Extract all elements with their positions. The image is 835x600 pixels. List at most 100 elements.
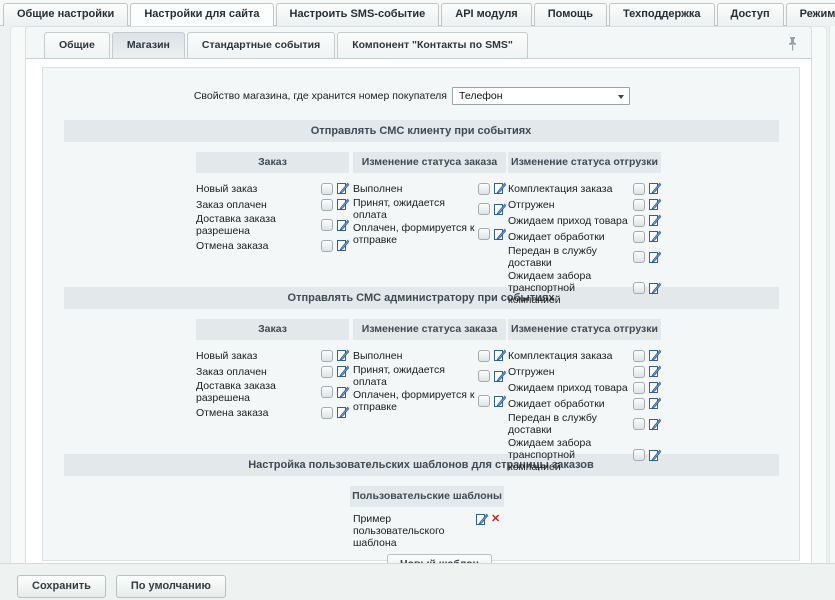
edit-template-icon[interactable]: [648, 449, 661, 462]
edit-template-icon[interactable]: [648, 397, 661, 410]
edit-template-icon[interactable]: [475, 513, 488, 526]
default-button[interactable]: По умолчанию: [116, 575, 226, 598]
top-tab-label: Помощь: [548, 8, 593, 20]
top-tab[interactable]: Помощь: [534, 3, 607, 26]
event-label: Оплачен, формируется к отправке: [353, 222, 478, 246]
event-row: Отгружен: [508, 364, 661, 379]
event-checkbox[interactable]: [633, 183, 645, 195]
sub-tab[interactable]: Магазин: [112, 32, 185, 58]
event-list: Выполнен Принят, ожидается оплата: [353, 348, 506, 413]
top-tab[interactable]: Режим отладки: [786, 3, 835, 26]
event-label: Доставка заказа разрешена: [196, 213, 321, 237]
edit-template-icon[interactable]: [493, 228, 506, 241]
event-row: Заказ оплачен: [196, 197, 349, 212]
column-order: Заказ Новый заказ Заказ оплачен: [196, 152, 349, 254]
new-template-button[interactable]: Новый шаблон: [387, 554, 492, 563]
event-checkbox[interactable]: [633, 449, 645, 461]
edit-template-icon[interactable]: [648, 381, 661, 394]
sub-tab[interactable]: Общие: [44, 32, 110, 58]
edit-template-icon[interactable]: [648, 418, 661, 431]
sub-tab-label: Стандартные события: [202, 39, 320, 51]
event-checkbox[interactable]: [633, 366, 645, 378]
edit-template-icon[interactable]: [493, 203, 506, 216]
top-tab-label: Общие настройки: [17, 8, 114, 20]
section-title-client-events: Отправлять СМС клиенту при событиях: [64, 120, 779, 142]
sub-tab[interactable]: Компонент "Контакты по SMS": [337, 32, 528, 58]
top-tab[interactable]: Общие настройки: [3, 3, 128, 26]
sub-tab[interactable]: Стандартные события: [187, 32, 335, 58]
event-checkbox[interactable]: [633, 398, 645, 410]
top-tab-label: Настроить SMS-событие: [290, 8, 426, 20]
event-checkbox[interactable]: [633, 251, 645, 263]
event-checkbox[interactable]: [321, 407, 333, 419]
edit-template-icon[interactable]: [493, 182, 506, 195]
user-template-label: Пример пользовательского шаблона: [353, 513, 475, 549]
event-checkbox[interactable]: [478, 228, 490, 240]
edit-template-icon[interactable]: [648, 198, 661, 211]
chevron-down-icon: [618, 95, 624, 99]
event-checkbox[interactable]: [478, 183, 490, 195]
event-row: Доставка заказа разрешена: [196, 213, 349, 237]
event-label: Новый заказ: [196, 183, 321, 195]
pin-icon[interactable]: [788, 36, 797, 51]
edit-template-icon[interactable]: [336, 349, 349, 362]
event-label: Ожидает обработки: [508, 398, 633, 410]
buyer-phone-select[interactable]: Телефон: [452, 87, 630, 105]
event-checkbox[interactable]: [478, 203, 490, 215]
edit-template-icon[interactable]: [648, 365, 661, 378]
event-checkbox[interactable]: [633, 382, 645, 394]
column-header: Заказ: [196, 152, 349, 173]
edit-template-icon[interactable]: [648, 182, 661, 195]
event-checkbox[interactable]: [633, 350, 645, 362]
event-checkbox[interactable]: [478, 350, 490, 362]
edit-template-icon[interactable]: [336, 386, 349, 399]
edit-template-icon[interactable]: [336, 219, 349, 232]
event-label: Отгружен: [508, 366, 633, 378]
save-button[interactable]: Сохранить: [17, 575, 106, 598]
edit-template-icon[interactable]: [648, 214, 661, 227]
column-header: Изменение статуса заказа: [353, 152, 506, 173]
event-label: Передан в службу доставки: [508, 245, 633, 269]
event-checkbox[interactable]: [321, 199, 333, 211]
top-tab-bar: Общие настройки Настройки для сайта Наст…: [0, 0, 835, 26]
edit-template-icon[interactable]: [648, 349, 661, 362]
edit-template-icon[interactable]: [336, 239, 349, 252]
edit-template-icon[interactable]: [336, 365, 349, 378]
column-header: Изменение статуса отгрузки: [508, 152, 661, 173]
event-checkbox[interactable]: [321, 350, 333, 362]
event-checkbox[interactable]: [633, 231, 645, 243]
top-tab[interactable]: Настроить SMS-событие: [276, 3, 440, 26]
edit-template-icon[interactable]: [336, 198, 349, 211]
top-tab[interactable]: Техподдержка: [609, 3, 715, 26]
event-checkbox[interactable]: [321, 240, 333, 252]
edit-template-icon[interactable]: [648, 230, 661, 243]
event-list: Комплектация заказа Отгружен: [508, 348, 661, 473]
event-checkbox[interactable]: [478, 370, 490, 382]
edit-template-icon[interactable]: [648, 251, 661, 264]
event-checkbox[interactable]: [321, 366, 333, 378]
event-list: Новый заказ Заказ оплачен: [196, 348, 349, 420]
edit-template-icon[interactable]: [648, 282, 661, 295]
event-label: Отмена заказа: [196, 240, 321, 252]
event-checkbox[interactable]: [633, 215, 645, 227]
event-checkbox[interactable]: [321, 219, 333, 231]
delete-template-icon[interactable]: ✕: [491, 513, 500, 526]
event-checkbox[interactable]: [633, 418, 645, 430]
event-checkbox[interactable]: [321, 386, 333, 398]
event-checkbox[interactable]: [633, 199, 645, 211]
edit-template-icon[interactable]: [336, 406, 349, 419]
edit-template-icon[interactable]: [493, 370, 506, 383]
edit-template-icon[interactable]: [493, 349, 506, 362]
event-checkbox[interactable]: [321, 183, 333, 195]
edit-template-icon[interactable]: [336, 182, 349, 195]
event-row: Выполнен: [353, 181, 506, 196]
top-tab[interactable]: Доступ: [717, 3, 784, 26]
event-checkbox[interactable]: [633, 282, 645, 294]
top-tab[interactable]: API модуля: [441, 3, 531, 26]
settings-form: Свойство магазина, где хранится номер по…: [42, 67, 800, 561]
edit-template-icon[interactable]: [493, 395, 506, 408]
column-shipment-status: Изменение статуса отгрузки Комплектация …: [508, 152, 661, 307]
buyer-phone-property-label: Свойство магазина, где хранится номер по…: [43, 90, 447, 102]
top-tab[interactable]: Настройки для сайта: [130, 3, 273, 26]
event-checkbox[interactable]: [478, 395, 490, 407]
